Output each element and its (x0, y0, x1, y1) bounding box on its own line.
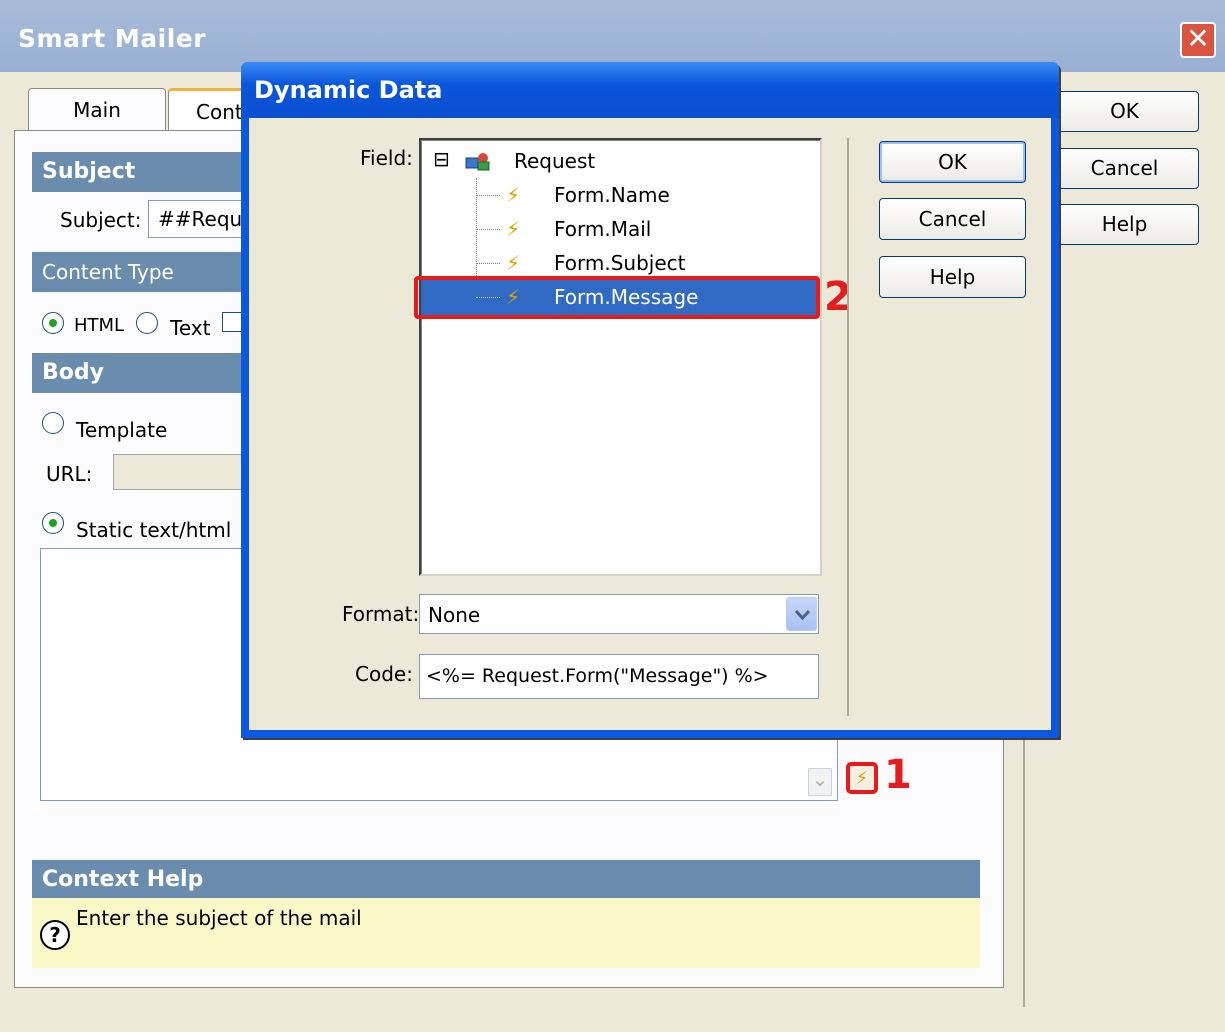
field-label: Field: (360, 146, 413, 170)
tree-line-2 (476, 229, 500, 230)
lightning-icon: ⚡ (506, 183, 521, 207)
static-text-radio-label: Static text/html (76, 518, 232, 542)
context-help-text: Enter the subject of the mail (76, 906, 362, 930)
code-input[interactable]: <%= Request.Form("Message") %> (419, 654, 819, 699)
dynamic-data-separator (847, 138, 849, 716)
lightning-icon: ⚡ (506, 251, 521, 275)
url-input[interactable] (113, 454, 243, 490)
close-icon: ✕ (1186, 22, 1210, 55)
tree-line-3 (476, 263, 500, 264)
code-input-value: <%= Request.Form("Message") %> (426, 665, 769, 687)
url-label: URL: (46, 462, 93, 486)
code-label: Code: (355, 662, 413, 686)
callout-1: 1 (884, 752, 912, 798)
tree-expander-icon[interactable]: ⊟ (433, 148, 450, 170)
template-radio[interactable] (42, 412, 64, 434)
tree-node-request[interactable]: Request (514, 149, 595, 173)
tree-node-form-subject[interactable]: Form.Subject (554, 251, 686, 275)
static-text-radio[interactable] (42, 512, 64, 534)
request-object-icon (464, 150, 492, 172)
tree-node-form-name[interactable]: Form.Name (554, 183, 670, 207)
dd-ok-button[interactable]: OK (879, 141, 1026, 183)
tree-node-form-mail[interactable]: Form.Mail (554, 217, 651, 241)
content-type-checkbox[interactable] (222, 312, 242, 332)
help-question-glyph: ? (49, 923, 61, 947)
subject-label: Subject: (60, 208, 142, 232)
dd-help-button[interactable]: Help (879, 256, 1026, 298)
text-radio[interactable] (136, 312, 158, 334)
html-radio[interactable] (42, 312, 64, 334)
sm-ok-button[interactable]: OK (1050, 91, 1199, 132)
html-radio-label: HTML (74, 315, 125, 336)
help-question-icon: ? (40, 920, 70, 950)
text-radio-label: Text (170, 316, 211, 340)
lightning-icon: ⚡ (506, 217, 521, 241)
dd-cancel-button[interactable]: Cancel (879, 198, 1026, 240)
smart-mailer-title: Smart Mailer (18, 24, 207, 53)
tab-main[interactable]: Main (28, 88, 166, 130)
callout-2-box (414, 276, 820, 319)
format-select-value: None (428, 603, 481, 627)
format-select[interactable]: None (419, 594, 819, 634)
subject-input-value: ##Requ (158, 207, 243, 231)
context-help-header: Context Help (32, 860, 980, 900)
template-radio-label: Template (76, 418, 168, 442)
lightning-icon: ⚡ (855, 768, 869, 789)
textarea-scroll-down[interactable]: ⌄ (808, 768, 832, 796)
chevron-down-icon (794, 609, 811, 621)
sm-help-button[interactable]: Help (1050, 204, 1199, 245)
format-dropdown-button[interactable] (786, 597, 817, 631)
dynamic-data-button[interactable]: ⚡ (846, 762, 878, 794)
close-button[interactable]: ✕ (1180, 22, 1216, 58)
dynamic-data-title: Dynamic Data (254, 76, 443, 104)
format-label: Format: (342, 602, 420, 626)
chevron-down-icon: ⌄ (811, 767, 829, 791)
sm-cancel-button[interactable]: Cancel (1050, 148, 1199, 189)
tree-line-1 (476, 195, 500, 196)
